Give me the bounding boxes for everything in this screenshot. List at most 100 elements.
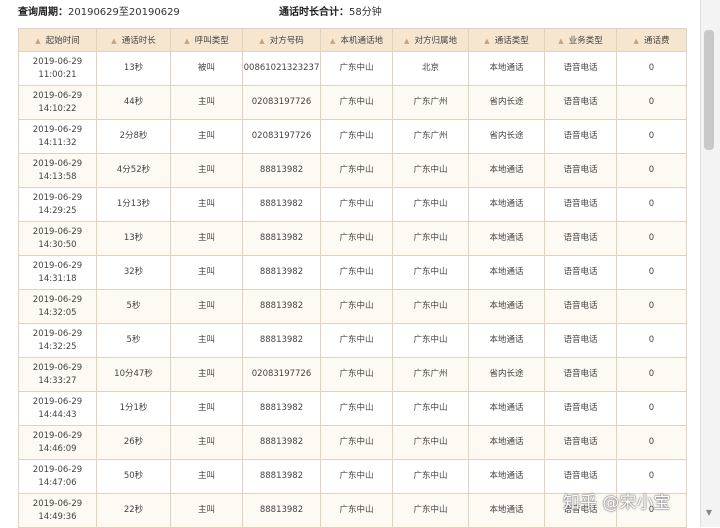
local-location-cell: 广东中山 — [320, 255, 393, 290]
start-date: 2019-06-29 — [32, 328, 83, 339]
column-header-service-type[interactable]: ▲ 业务类型 — [544, 28, 617, 52]
call-type-cell: 主叫 — [170, 187, 243, 222]
local-location-cell: 广东中山 — [320, 391, 393, 426]
start-date: 2019-06-29 — [32, 56, 83, 67]
column-header-duration[interactable]: ▲ 通话时长 — [96, 28, 171, 52]
number-cell: 88813982 — [242, 255, 321, 290]
table-row: 2019-06-29 14:29:25 1分13秒 主叫 88813982 广东中山 广东中… — [18, 187, 687, 222]
start-time: 14:29:25 — [38, 205, 77, 216]
column-header-local-location[interactable]: ▲ 本机通话地 — [320, 28, 393, 52]
duration-cell: 1分1秒 — [96, 391, 171, 426]
start-time-cell: 2019-06-29 14:47:06 — [18, 459, 97, 494]
start-time-cell: 2019-06-29 14:11:32 — [18, 119, 97, 154]
duration-cell: 13秒 — [96, 51, 171, 86]
sort-arrow-icon: ▲ — [484, 37, 490, 45]
column-header-start-time[interactable]: ▲ 起始时间 — [18, 28, 97, 52]
start-time: 14:44:43 — [38, 409, 77, 420]
local-location-cell: 广东中山 — [320, 153, 393, 188]
call-type-cell: 主叫 — [170, 289, 243, 324]
scrollbar-thumb[interactable] — [704, 30, 714, 150]
column-header-number[interactable]: ▲ 对方号码 — [242, 28, 321, 52]
service-type-cell: 语音电话 — [544, 357, 617, 392]
remote-location-cell: 广东中山 — [392, 493, 469, 528]
number-cell: 88813982 — [242, 493, 321, 528]
table-row: 2019-06-29 14:32:25 5秒 主叫 88813982 广东中山 广东中山 本地… — [18, 323, 687, 358]
column-header-comm-type[interactable]: ▲ 通话类型 — [468, 28, 545, 52]
total-duration: 通话时长合计：58分钟 — [279, 3, 382, 18]
total-duration-value: 58分钟 — [349, 7, 382, 18]
start-time-cell: 2019-06-29 14:46:09 — [18, 425, 97, 460]
start-date: 2019-06-29 — [32, 260, 83, 271]
number-cell: 88813982 — [242, 187, 321, 222]
call-type-cell: 被叫 — [170, 51, 243, 86]
remote-location-cell: 广东中山 — [392, 153, 469, 188]
remote-location-cell: 北京 — [392, 51, 469, 86]
number-cell: 88813982 — [242, 459, 321, 494]
column-header-call-type[interactable]: ▲ 呼叫类型 — [170, 28, 243, 52]
query-period: 查询周期：20190629至20190629 — [18, 3, 180, 18]
local-location-cell: 广东中山 — [320, 425, 393, 460]
start-time: 14:47:06 — [38, 477, 77, 488]
remote-location-cell: 广东中山 — [392, 323, 469, 358]
call-type-cell: 主叫 — [170, 153, 243, 188]
start-date: 2019-06-29 — [32, 498, 83, 509]
start-date: 2019-06-29 — [32, 464, 83, 475]
start-time-cell: 2019-06-29 14:13:58 — [18, 153, 97, 188]
call-type-cell: 主叫 — [170, 391, 243, 426]
column-header-remote-location[interactable]: ▲ 对方归属地 — [392, 28, 469, 52]
service-type-cell: 语音电话 — [544, 85, 617, 120]
comm-type-cell: 本地通话 — [468, 391, 545, 426]
fee-cell: 0 — [616, 323, 687, 358]
local-location-cell: 广东中山 — [320, 493, 393, 528]
call-type-cell: 主叫 — [170, 221, 243, 256]
remote-location-cell: 广东中山 — [392, 391, 469, 426]
start-date: 2019-06-29 — [32, 90, 83, 101]
local-location-cell: 广东中山 — [320, 459, 393, 494]
service-type-cell: 语音电话 — [544, 51, 617, 86]
comm-type-cell: 本地通话 — [468, 323, 545, 358]
start-date: 2019-06-29 — [32, 430, 83, 441]
comm-type-cell: 本地通话 — [468, 153, 545, 188]
table-row: 2019-06-29 14:10:22 44秒 主叫 02083197726 广东中山 广东… — [18, 85, 687, 120]
comm-type-cell: 本地通话 — [468, 187, 545, 222]
start-time-cell: 2019-06-29 14:32:05 — [18, 289, 97, 324]
fee-cell: 0 — [616, 85, 687, 120]
start-time-cell: 2019-06-29 14:30:50 — [18, 221, 97, 256]
local-location-cell: 广东中山 — [320, 289, 393, 324]
start-date: 2019-06-29 — [32, 124, 83, 135]
comm-type-cell: 本地通话 — [468, 255, 545, 290]
comm-type-cell: 本地通话 — [468, 493, 545, 528]
comm-type-cell: 省内长途 — [468, 119, 545, 154]
sort-arrow-icon: ▲ — [111, 37, 117, 45]
duration-cell: 5秒 — [96, 323, 171, 358]
comm-type-cell: 本地通话 — [468, 459, 545, 494]
service-type-cell: 语音电话 — [544, 221, 617, 256]
query-period-label: 查询周期： — [18, 7, 68, 18]
call-type-cell: 主叫 — [170, 357, 243, 392]
start-time: 14:32:25 — [38, 341, 77, 352]
start-time: 14:11:32 — [38, 137, 77, 148]
start-time-cell: 2019-06-29 14:31:18 — [18, 255, 97, 290]
local-location-cell: 广东中山 — [320, 357, 393, 392]
start-time: 11:00:21 — [38, 69, 77, 80]
start-time: 14:10:22 — [38, 103, 77, 114]
start-date: 2019-06-29 — [32, 396, 83, 407]
call-type-cell: 主叫 — [170, 323, 243, 358]
sort-arrow-icon: ▲ — [35, 37, 41, 45]
column-header-fee[interactable]: ▲ 通话费 — [616, 28, 687, 52]
duration-cell: 13秒 — [96, 221, 171, 256]
chevron-down-icon[interactable]: ▼ — [704, 508, 714, 518]
remote-location-cell: 广东中山 — [392, 221, 469, 256]
fee-cell: 0 — [616, 255, 687, 290]
table-row: 2019-06-29 14:13:58 4分52秒 主叫 88813982 广东中山 广东中… — [18, 153, 687, 188]
table-row: 2019-06-29 11:00:21 13秒 被叫 00861021323237 广东中… — [18, 51, 687, 86]
number-cell: 88813982 — [242, 425, 321, 460]
start-time: 14:30:50 — [38, 239, 77, 250]
start-time-cell: 2019-06-29 14:49:36 — [18, 493, 97, 528]
local-location-cell: 广东中山 — [320, 51, 393, 86]
table-row: 2019-06-29 14:11:32 2分8秒 主叫 02083197726 广东中山广… — [18, 119, 687, 154]
duration-cell: 50秒 — [96, 459, 171, 494]
fee-cell: 0 — [616, 51, 687, 86]
local-location-cell: 广东中山 — [320, 85, 393, 120]
local-location-cell: 广东中山 — [320, 187, 393, 222]
